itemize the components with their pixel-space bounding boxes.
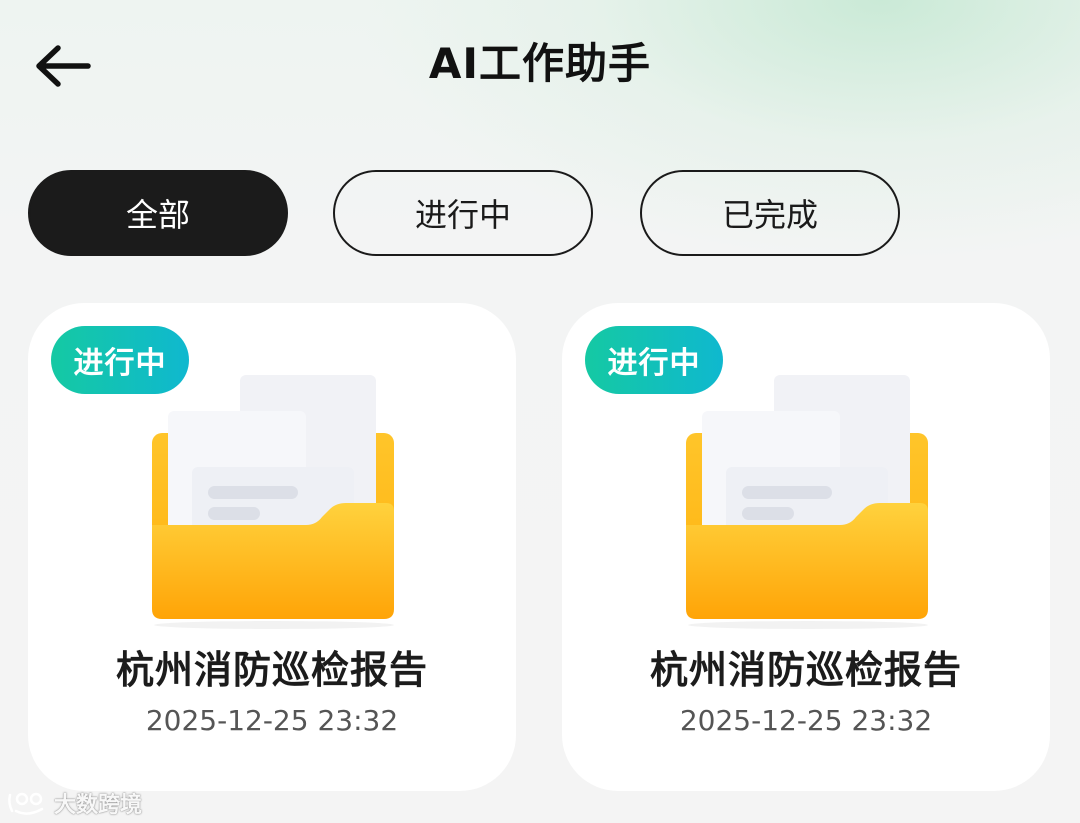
folder-documents-icon — [686, 375, 928, 629]
card-title: 杭州消防巡检报告 — [115, 648, 428, 692]
card-timestamp: 2025-12-25 23:32 — [679, 704, 933, 737]
filter-tab-in-progress[interactable]: 进行中 — [333, 170, 593, 256]
report-card[interactable]: 进行中 杭州消防巡检报告 2025-12-25 23:32 — [562, 303, 1050, 791]
watermark: 大数跨境 — [6, 786, 142, 820]
card-timestamp: 2025-12-25 23:32 — [145, 704, 399, 737]
app-header: AI工作助手 — [0, 0, 1080, 130]
watermark-text: 大数跨境 — [54, 793, 143, 818]
page-title: AI工作助手 — [428, 39, 652, 88]
folder-documents-icon — [152, 375, 394, 629]
card-title: 杭州消防巡检报告 — [649, 648, 962, 692]
report-card[interactable]: 进行中 杭州消防巡检报告 2025-12-25 23:32 — [28, 303, 516, 791]
filter-tab-all[interactable]: 全部 — [28, 170, 288, 256]
filter-tab-completed[interactable]: 已完成 — [640, 170, 900, 256]
filter-tabs: 全部 进行中 已完成 — [0, 170, 1080, 258]
watermark-logo-icon — [8, 792, 44, 815]
